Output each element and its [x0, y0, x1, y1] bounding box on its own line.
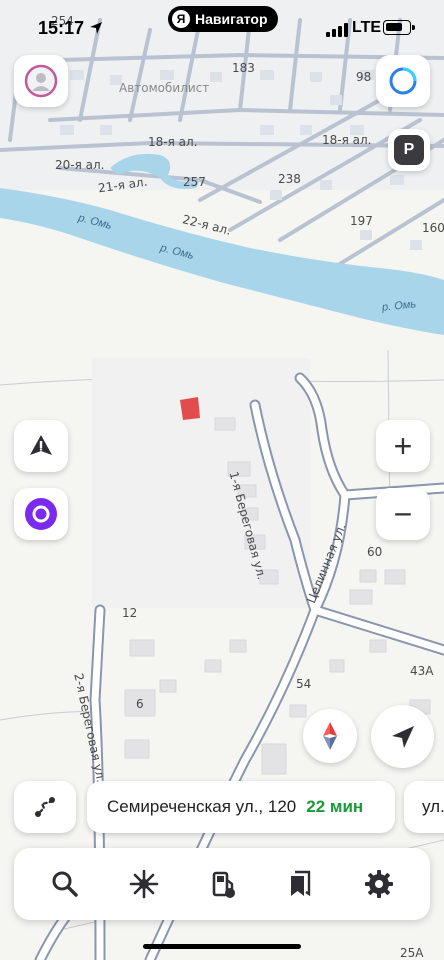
bookmarks-button[interactable] [274, 858, 326, 910]
network-type: LTE [352, 19, 382, 36]
gas-station-icon [212, 871, 235, 898]
status-time: 15:17 [38, 18, 85, 38]
bottom-toolbar [14, 848, 430, 920]
house-number: 238 [278, 172, 301, 186]
house-number: 25А [400, 946, 424, 960]
search-button[interactable] [39, 858, 91, 910]
my-location-button[interactable] [371, 705, 434, 768]
alice-icon [25, 498, 57, 530]
house-number: 54 [296, 677, 312, 691]
street-label: 20-я ал. [55, 158, 105, 172]
route-destination-card-next[interactable]: ул. [404, 781, 444, 833]
red-marker[interactable] [180, 397, 200, 420]
zoom-in-icon: + [393, 428, 413, 464]
street-label: 18-я ал. [322, 133, 372, 147]
zoom-out-button[interactable]: − [376, 488, 430, 540]
cell-signal-icon [326, 23, 348, 37]
house-number: 183 [232, 61, 255, 75]
alice-ring-icon [389, 67, 417, 95]
district-label: Автомобилист [119, 81, 210, 95]
status-bar: 15:17 Я Навигатор LTE [0, 0, 444, 52]
report-road-event-button[interactable] [14, 420, 68, 472]
back-to-app-label: Навигатор [195, 11, 268, 27]
route-destination-next: ул. [422, 797, 444, 816]
compass-button[interactable] [303, 709, 357, 763]
house-number: 160 [422, 221, 444, 235]
route-icon [35, 797, 55, 817]
route-destination-card[interactable]: Семиреченская ул., 120 22 мин [87, 781, 395, 833]
back-to-app-pill[interactable]: Я Навигатор [168, 6, 278, 32]
bookmarks-icon [291, 870, 311, 897]
parking-button[interactable]: P [388, 129, 430, 171]
house-number: 257 [183, 175, 206, 189]
house-number: 197 [350, 214, 373, 228]
compass-icon [323, 722, 337, 750]
overview-icon [129, 869, 158, 899]
zoom-in-button[interactable]: + [376, 420, 430, 472]
zoom-out-icon: − [393, 496, 413, 532]
yandex-badge-icon: Я [172, 10, 190, 28]
alice-button[interactable] [14, 488, 68, 540]
search-icon [52, 871, 78, 897]
house-number: 12 [122, 606, 138, 620]
assistant-status-button[interactable] [376, 55, 430, 107]
house-number: 98 [356, 70, 372, 84]
battery-icon [383, 20, 415, 35]
overview-button[interactable] [118, 858, 170, 910]
gas-station-button[interactable] [196, 858, 248, 910]
road-alert-icon [30, 435, 52, 455]
profile-avatar-icon [24, 64, 58, 98]
settings-button[interactable] [353, 858, 405, 910]
settings-icon [364, 870, 393, 898]
navigation-arrow-icon [391, 725, 414, 748]
home-indicator[interactable] [143, 944, 301, 949]
parking-icon: P [394, 135, 424, 165]
house-number: 60 [367, 545, 383, 559]
house-number: 6 [136, 697, 144, 711]
location-services-icon [90, 22, 102, 34]
route-destination: Семиреченская ул., 120 [107, 797, 297, 816]
house-number: 43А [410, 664, 434, 678]
route-eta: 22 мин [306, 797, 364, 816]
street-label: 18-я ал. [148, 135, 198, 149]
route-options-button[interactable] [14, 781, 76, 833]
profile-button[interactable] [14, 55, 68, 107]
